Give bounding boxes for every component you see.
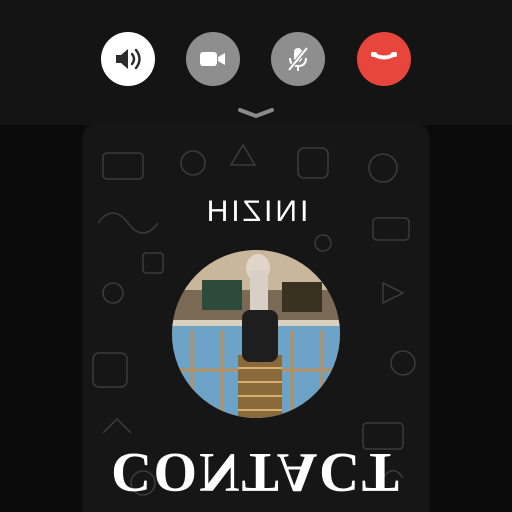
- chevron-down-icon[interactable]: [236, 106, 276, 120]
- video-camera-icon: [200, 52, 225, 66]
- video-button[interactable]: [186, 32, 240, 86]
- contact-label: CONTACT: [111, 441, 401, 503]
- caller-avatar[interactable]: [172, 250, 340, 418]
- caller-name: INIZIH: [203, 195, 309, 228]
- mic-off-icon: [287, 46, 309, 72]
- mute-button[interactable]: [271, 32, 325, 86]
- profile-photo: [172, 250, 340, 418]
- end-call-icon: [371, 52, 397, 60]
- speaker-icon: [116, 48, 141, 70]
- call-controls-bar: [0, 0, 512, 125]
- speaker-button[interactable]: [101, 32, 155, 86]
- end-call-button[interactable]: [357, 32, 411, 86]
